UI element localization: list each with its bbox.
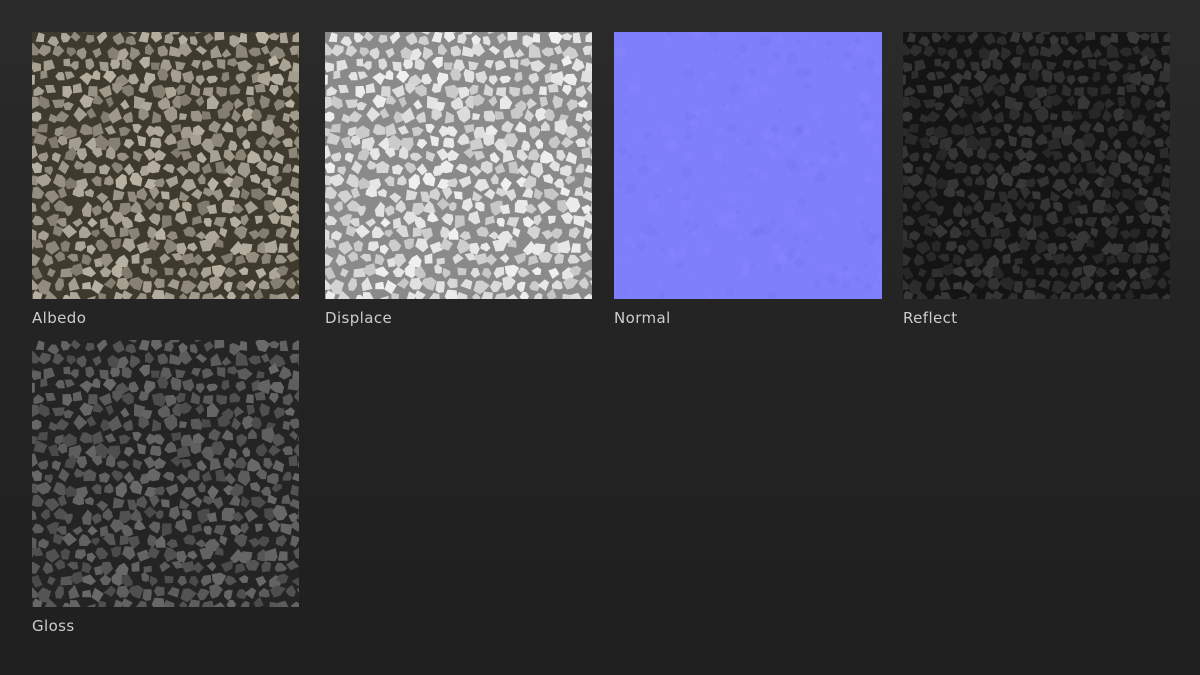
- displace-texture-swatch: [325, 32, 592, 299]
- pebble-texture-icon: [325, 32, 592, 299]
- map-tile-reflect[interactable]: Reflect: [903, 32, 1170, 327]
- pebble-texture-icon: [32, 340, 299, 607]
- map-tile-gloss[interactable]: Gloss: [32, 340, 299, 635]
- gloss-texture-swatch: [32, 340, 299, 607]
- map-label: Normal: [614, 309, 671, 327]
- map-tile-albedo[interactable]: Albedo: [32, 32, 299, 327]
- map-label: Reflect: [903, 309, 958, 327]
- pebble-texture-icon: [32, 32, 299, 299]
- map-label: Gloss: [32, 617, 75, 635]
- map-label: Displace: [325, 309, 393, 327]
- map-tile-normal[interactable]: Normal: [614, 32, 882, 327]
- map-label: Albedo: [32, 309, 87, 327]
- normal-texture-swatch: [614, 32, 882, 299]
- albedo-texture-swatch: [32, 32, 299, 299]
- reflect-texture-swatch: [903, 32, 1170, 299]
- normal-map-texture-icon: [614, 32, 882, 299]
- map-tile-displace[interactable]: Displace: [325, 32, 592, 327]
- pebble-texture-icon: [903, 32, 1170, 299]
